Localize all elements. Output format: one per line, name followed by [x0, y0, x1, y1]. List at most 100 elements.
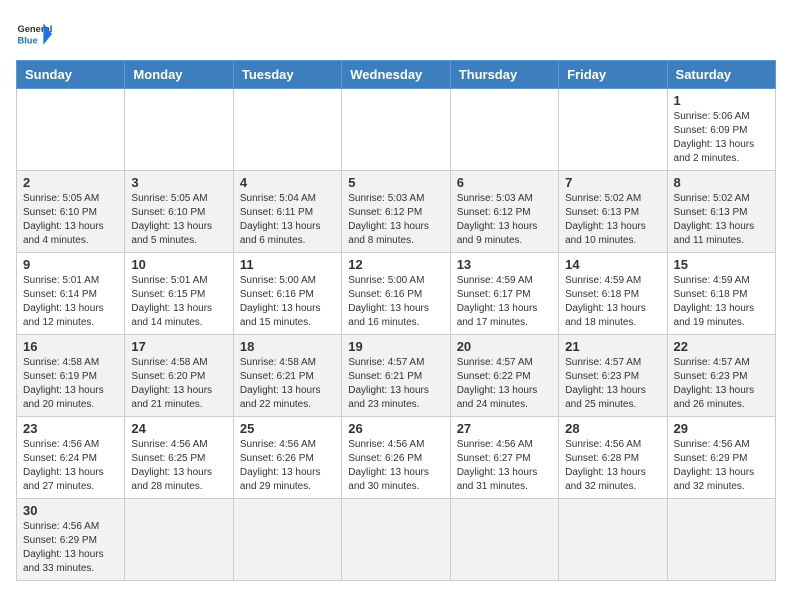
day-number: 19	[348, 339, 443, 354]
day-number: 14	[565, 257, 660, 272]
calendar-cell: 20 Sunrise: 4:57 AM Sunset: 6:22 PM Dayli…	[450, 335, 558, 417]
day-info: Sunrise: 5:01 AM Sunset: 6:14 PM Dayligh…	[23, 274, 118, 330]
day-info: Sunrise: 4:56 AM Sunset: 6:24 PM Dayligh…	[23, 438, 118, 494]
calendar-cell: 27 Sunrise: 4:56 AM Sunset: 6:27 PM Dayli…	[450, 417, 558, 499]
calendar-cell: 17 Sunrise: 4:58 AM Sunset: 6:20 PM Dayli…	[125, 335, 233, 417]
calendar-cell	[559, 89, 667, 171]
svg-text:Blue: Blue	[17, 35, 37, 45]
day-number: 4	[240, 175, 335, 190]
weekday-header-monday: Monday	[125, 61, 233, 89]
day-number: 9	[23, 257, 118, 272]
day-info: Sunrise: 5:05 AM Sunset: 6:10 PM Dayligh…	[131, 192, 226, 248]
calendar-cell: 23 Sunrise: 4:56 AM Sunset: 6:24 PM Dayli…	[17, 417, 125, 499]
calendar-cell: 8Sunrise: 5:02 AM Sunset: 6:13 PM Daylig…	[667, 171, 775, 253]
weekday-header-wednesday: Wednesday	[342, 61, 450, 89]
calendar-cell	[17, 89, 125, 171]
calendar-week-row: 1 Sunrise: 5:06 AM Sunset: 6:09 PM Daylig…	[17, 89, 776, 171]
calendar-week-row: 30 Sunrise: 4:56 AM Sunset: 6:29 PM Dayli…	[17, 499, 776, 581]
calendar-cell: 18Sunrise: 4:58 AM Sunset: 6:21 PM Dayli…	[233, 335, 341, 417]
calendar-cell	[125, 499, 233, 581]
day-info: Sunrise: 5:01 AM Sunset: 6:15 PM Dayligh…	[131, 274, 226, 330]
calendar-cell	[342, 499, 450, 581]
calendar-cell: 5 Sunrise: 5:03 AM Sunset: 6:12 PM Daylig…	[342, 171, 450, 253]
day-info: Sunrise: 5:02 AM Sunset: 6:13 PM Dayligh…	[674, 192, 769, 248]
day-info: Sunrise: 4:59 AM Sunset: 6:18 PM Dayligh…	[565, 274, 660, 330]
day-number: 13	[457, 257, 552, 272]
calendar-cell: 22 Sunrise: 4:57 AM Sunset: 6:23 PM Dayli…	[667, 335, 775, 417]
weekday-header-saturday: Saturday	[667, 61, 775, 89]
calendar-cell: 15Sunrise: 4:59 AM Sunset: 6:18 PM Dayli…	[667, 253, 775, 335]
day-info: Sunrise: 4:57 AM Sunset: 6:23 PM Dayligh…	[674, 356, 769, 412]
day-info: Sunrise: 5:05 AM Sunset: 6:10 PM Dayligh…	[23, 192, 118, 248]
day-number: 21	[565, 339, 660, 354]
calendar-cell	[559, 499, 667, 581]
calendar-cell	[450, 499, 558, 581]
calendar-cell	[233, 89, 341, 171]
day-number: 17	[131, 339, 226, 354]
day-number: 24	[131, 421, 226, 436]
calendar-week-row: 23 Sunrise: 4:56 AM Sunset: 6:24 PM Dayli…	[17, 417, 776, 499]
calendar-cell	[125, 89, 233, 171]
calendar-cell: 16Sunrise: 4:58 AM Sunset: 6:19 PM Dayli…	[17, 335, 125, 417]
calendar-cell: 10Sunrise: 5:01 AM Sunset: 6:15 PM Dayli…	[125, 253, 233, 335]
calendar-week-row: 9 Sunrise: 5:01 AM Sunset: 6:14 PM Daylig…	[17, 253, 776, 335]
calendar-cell: 26 Sunrise: 4:56 AM Sunset: 6:26 PM Dayli…	[342, 417, 450, 499]
day-number: 25	[240, 421, 335, 436]
day-info: Sunrise: 5:03 AM Sunset: 6:12 PM Dayligh…	[457, 192, 552, 248]
day-info: Sunrise: 4:56 AM Sunset: 6:28 PM Dayligh…	[565, 438, 660, 494]
calendar-body: 1 Sunrise: 5:06 AM Sunset: 6:09 PM Daylig…	[17, 89, 776, 581]
day-number: 11	[240, 257, 335, 272]
day-number: 12	[348, 257, 443, 272]
calendar-cell: 4Sunrise: 5:04 AM Sunset: 6:11 PM Daylig…	[233, 171, 341, 253]
day-info: Sunrise: 5:03 AM Sunset: 6:12 PM Dayligh…	[348, 192, 443, 248]
day-number: 23	[23, 421, 118, 436]
day-number: 20	[457, 339, 552, 354]
day-info: Sunrise: 4:56 AM Sunset: 6:27 PM Dayligh…	[457, 438, 552, 494]
day-info: Sunrise: 4:58 AM Sunset: 6:19 PM Dayligh…	[23, 356, 118, 412]
calendar-cell: 1 Sunrise: 5:06 AM Sunset: 6:09 PM Daylig…	[667, 89, 775, 171]
day-number: 15	[674, 257, 769, 272]
logo: General Blue	[16, 16, 52, 52]
day-number: 6	[457, 175, 552, 190]
day-info: Sunrise: 4:57 AM Sunset: 6:23 PM Dayligh…	[565, 356, 660, 412]
day-info: Sunrise: 4:57 AM Sunset: 6:22 PM Dayligh…	[457, 356, 552, 412]
day-info: Sunrise: 4:58 AM Sunset: 6:20 PM Dayligh…	[131, 356, 226, 412]
day-number: 30	[23, 503, 118, 518]
calendar-cell	[342, 89, 450, 171]
calendar-cell: 9 Sunrise: 5:01 AM Sunset: 6:14 PM Daylig…	[17, 253, 125, 335]
calendar-cell	[667, 499, 775, 581]
calendar-cell: 12Sunrise: 5:00 AM Sunset: 6:16 PM Dayli…	[342, 253, 450, 335]
day-info: Sunrise: 5:02 AM Sunset: 6:13 PM Dayligh…	[565, 192, 660, 248]
calendar-table: SundayMondayTuesdayWednesdayThursdayFrid…	[16, 60, 776, 581]
calendar-cell: 13Sunrise: 4:59 AM Sunset: 6:17 PM Dayli…	[450, 253, 558, 335]
day-info: Sunrise: 5:06 AM Sunset: 6:09 PM Dayligh…	[674, 110, 769, 166]
day-number: 5	[348, 175, 443, 190]
day-number: 1	[674, 93, 769, 108]
calendar-cell	[233, 499, 341, 581]
day-number: 22	[674, 339, 769, 354]
day-info: Sunrise: 4:56 AM Sunset: 6:29 PM Dayligh…	[674, 438, 769, 494]
calendar-cell: 21 Sunrise: 4:57 AM Sunset: 6:23 PM Dayli…	[559, 335, 667, 417]
weekday-header-thursday: Thursday	[450, 61, 558, 89]
weekday-header-sunday: Sunday	[17, 61, 125, 89]
calendar-cell: 3 Sunrise: 5:05 AM Sunset: 6:10 PM Daylig…	[125, 171, 233, 253]
day-info: Sunrise: 4:56 AM Sunset: 6:26 PM Dayligh…	[240, 438, 335, 494]
day-number: 27	[457, 421, 552, 436]
day-number: 26	[348, 421, 443, 436]
day-number: 3	[131, 175, 226, 190]
calendar-cell: 25 Sunrise: 4:56 AM Sunset: 6:26 PM Dayli…	[233, 417, 341, 499]
calendar-cell: 7 Sunrise: 5:02 AM Sunset: 6:13 PM Daylig…	[559, 171, 667, 253]
calendar-cell	[450, 89, 558, 171]
day-info: Sunrise: 4:56 AM Sunset: 6:26 PM Dayligh…	[348, 438, 443, 494]
day-number: 29	[674, 421, 769, 436]
page-header: General Blue	[16, 16, 776, 52]
calendar-cell: 29 Sunrise: 4:56 AM Sunset: 6:29 PM Dayli…	[667, 417, 775, 499]
day-number: 7	[565, 175, 660, 190]
day-info: Sunrise: 4:58 AM Sunset: 6:21 PM Dayligh…	[240, 356, 335, 412]
day-info: Sunrise: 4:56 AM Sunset: 6:29 PM Dayligh…	[23, 520, 118, 576]
day-info: Sunrise: 4:56 AM Sunset: 6:25 PM Dayligh…	[131, 438, 226, 494]
calendar-cell: 14 Sunrise: 4:59 AM Sunset: 6:18 PM Dayli…	[559, 253, 667, 335]
calendar-header-row: SundayMondayTuesdayWednesdayThursdayFrid…	[17, 61, 776, 89]
calendar-cell: 2Sunrise: 5:05 AM Sunset: 6:10 PM Daylig…	[17, 171, 125, 253]
calendar-cell: 30 Sunrise: 4:56 AM Sunset: 6:29 PM Dayli…	[17, 499, 125, 581]
